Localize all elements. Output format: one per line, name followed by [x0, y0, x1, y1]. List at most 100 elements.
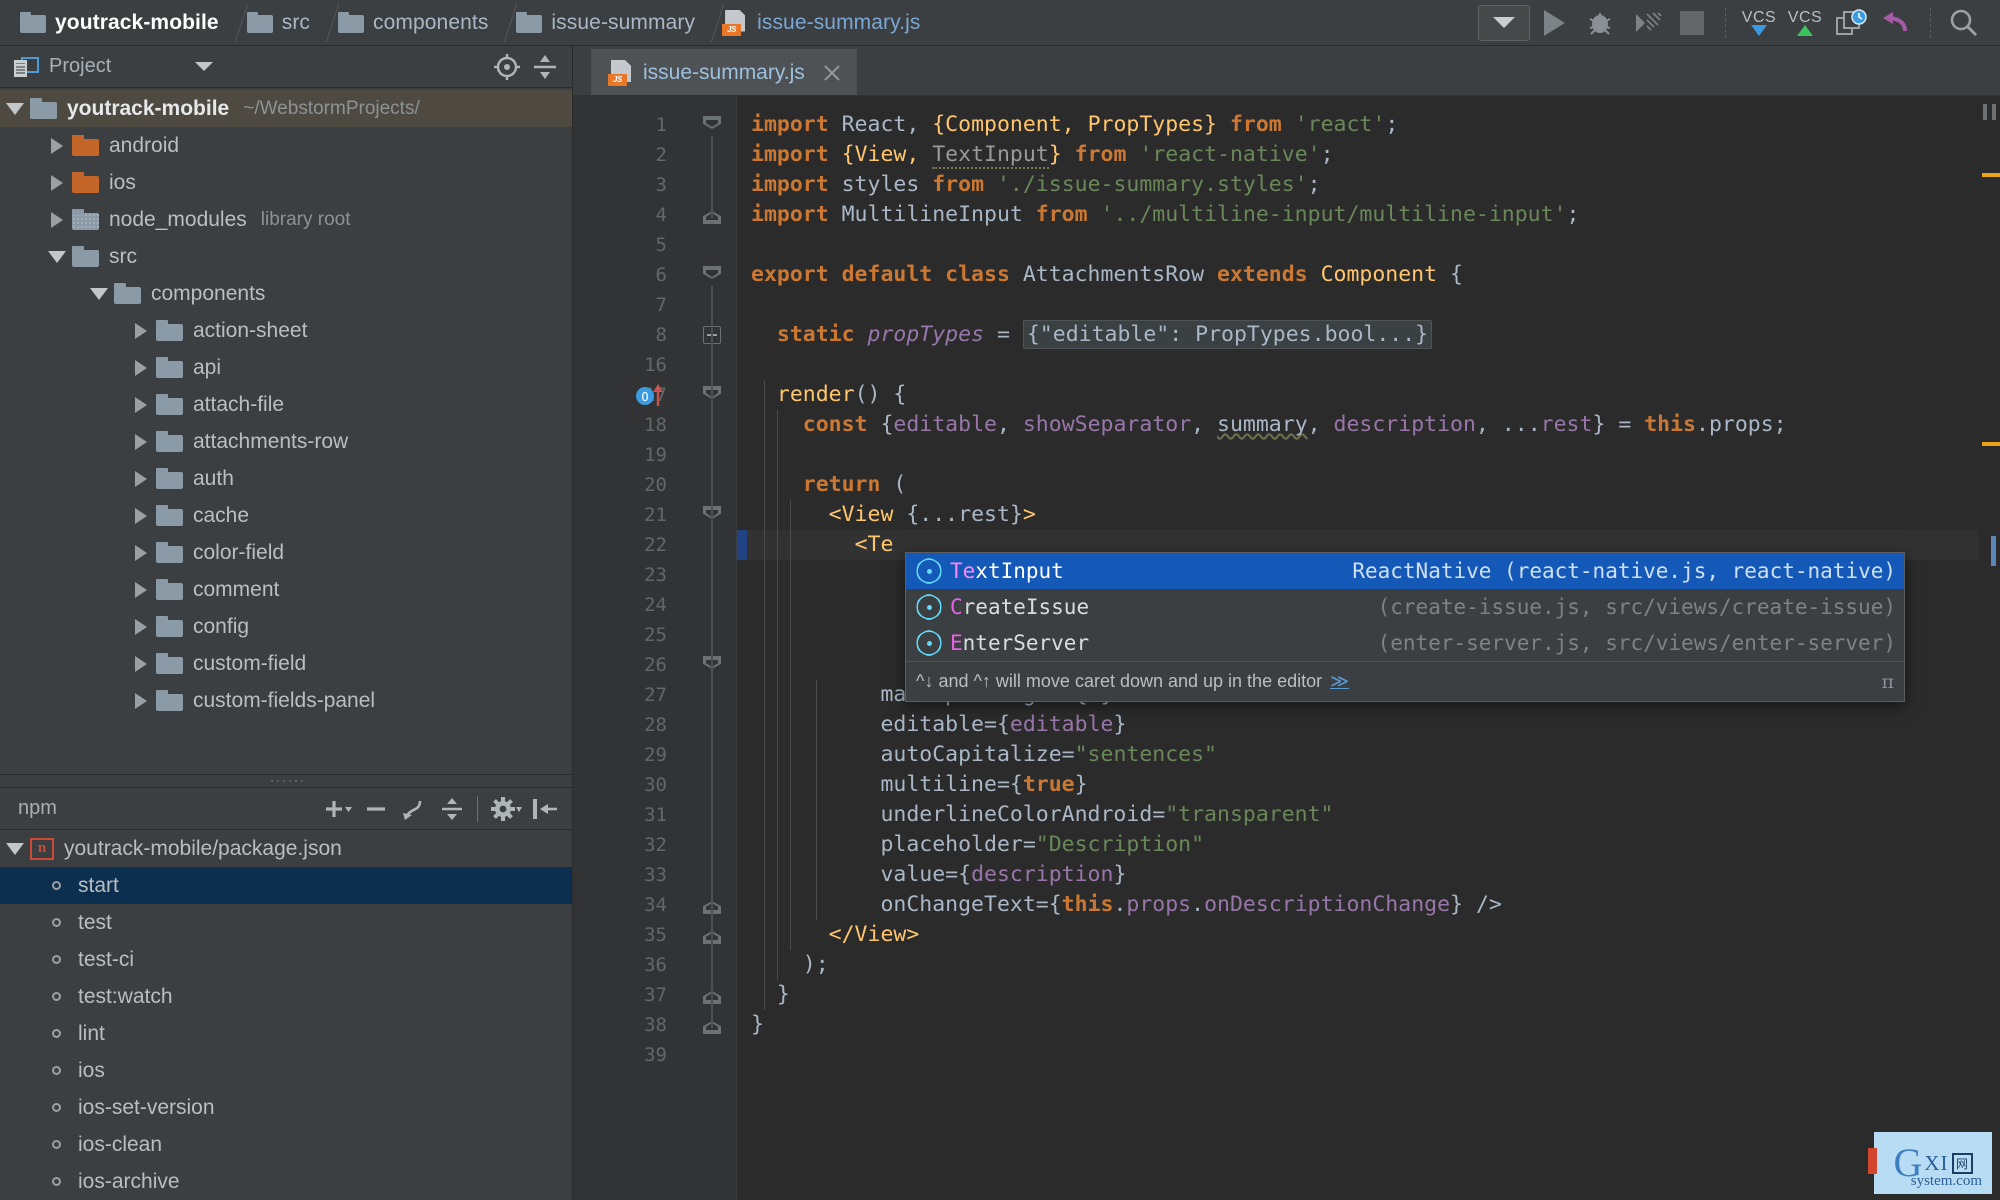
run-configuration-selector[interactable]	[1478, 4, 1530, 41]
stop-button[interactable]	[1670, 5, 1714, 41]
warning-marker[interactable]	[1982, 173, 2000, 177]
npm-item-ios[interactable]: ios	[0, 1052, 572, 1089]
coverage-button[interactable]	[1624, 5, 1668, 41]
panel-splitter[interactable]	[0, 774, 572, 788]
editor-scrollbar[interactable]	[1978, 96, 2000, 1200]
tree-item-comment[interactable]: comment	[0, 571, 572, 608]
code-folding-gutter[interactable]	[681, 96, 737, 1200]
override-method-marker[interactable]: O	[635, 384, 675, 408]
code-fold-marker[interactable]	[703, 116, 721, 134]
code-token: ,	[906, 142, 933, 167]
tree-item-components[interactable]: components	[0, 275, 572, 312]
tree-item-custom-field[interactable]: custom-field	[0, 645, 572, 682]
tree-item-src[interactable]: src	[0, 238, 572, 275]
expand-arrow-down-icon[interactable]	[0, 102, 30, 115]
selection-highlight	[737, 530, 747, 560]
code-fold-marker[interactable]	[703, 266, 721, 284]
close-icon[interactable]	[821, 62, 843, 84]
search-everywhere-button[interactable]	[1942, 5, 1986, 41]
local-history-button[interactable]	[1829, 5, 1873, 41]
tree-item-attach-file[interactable]: attach-file	[0, 386, 572, 423]
npm-item-ios-archive[interactable]: ios-archive	[0, 1163, 572, 1200]
autocomplete-item[interactable]: EnterServer (enter-server.js, src/views/e…	[906, 625, 1904, 661]
override-icon: O	[636, 384, 663, 406]
npm-item-youtrack-mobile-package-json[interactable]: n youtrack-mobile/package.json	[0, 830, 572, 867]
run-button[interactable]	[1532, 5, 1576, 41]
npm-item-test-watch[interactable]: test:watch	[0, 978, 572, 1015]
expand-arrow-right-icon[interactable]	[126, 322, 156, 339]
folder-icon	[156, 505, 183, 526]
npm-item-test[interactable]: test	[0, 904, 572, 941]
npm-scripts-tree[interactable]: n youtrack-mobile/package.json start test te…	[0, 830, 572, 1200]
tree-item-attachments-row[interactable]: attachments-row	[0, 423, 572, 460]
expand-collapse-button[interactable]	[435, 794, 469, 824]
tree-item-action-sheet[interactable]: action-sheet	[0, 312, 572, 349]
expand-arrow-down-icon[interactable]	[0, 842, 30, 855]
expand-arrow-right-icon[interactable]	[126, 396, 156, 413]
add-script-button[interactable]	[321, 794, 355, 824]
autocomplete-popup[interactable]: TextInput ReactNative (react-native.js, r…	[905, 552, 1905, 702]
expand-arrow-down-icon[interactable]	[42, 250, 72, 263]
breadcrumb-item-issue-summary[interactable]: issue-summary	[510, 0, 699, 46]
npm-item-ios-clean[interactable]: ios-clean	[0, 1126, 572, 1163]
expand-arrow-right-icon[interactable]	[42, 211, 72, 228]
debug-button[interactable]	[1578, 5, 1622, 41]
tree-item-color-field[interactable]: color-field	[0, 534, 572, 571]
code-token: }	[1074, 772, 1088, 797]
expand-arrow-right-icon[interactable]	[126, 470, 156, 487]
expand-arrow-right-icon[interactable]	[126, 655, 156, 672]
code-token: ,	[1191, 412, 1218, 437]
locate-file-button[interactable]	[490, 52, 524, 82]
project-view-selector[interactable]	[195, 62, 214, 71]
tree-item-ios[interactable]: ios	[0, 164, 572, 201]
expand-arrow-right-icon[interactable]	[42, 137, 72, 154]
npm-item-start[interactable]: start	[0, 867, 572, 904]
tree-item-youtrack-mobile[interactable]: youtrack-mobile ~/WebstormProjects/	[0, 90, 572, 127]
breadcrumb-item-issue-summary-js[interactable]: JS issue-summary.js	[717, 0, 924, 46]
autocomplete-item[interactable]: TextInput ReactNative (react-native.js, r…	[906, 553, 1904, 589]
tree-item-node-modules[interactable]: node_modules library root	[0, 201, 572, 238]
vcs-commit-button[interactable]: VCS	[1783, 5, 1827, 41]
editor-tab[interactable]: JS issue-summary.js	[591, 49, 857, 95]
collapse-all-button[interactable]	[528, 52, 562, 82]
tree-item-api[interactable]: api	[0, 349, 572, 386]
line-number: 22	[644, 534, 667, 556]
breadcrumb-item-components[interactable]: components	[332, 0, 492, 46]
npm-item-lint[interactable]: lint	[0, 1015, 572, 1052]
breadcrumb-item-src[interactable]: src	[241, 0, 314, 46]
npm-item-label: ios	[78, 1058, 105, 1082]
expand-arrow-right-icon[interactable]	[126, 581, 156, 598]
revert-button[interactable]	[1875, 5, 1919, 41]
reload-scripts-button[interactable]	[397, 794, 431, 824]
warning-marker[interactable]	[1982, 442, 2000, 446]
npm-item-ios-set-version[interactable]: ios-set-version	[0, 1089, 572, 1126]
expand-arrow-right-icon[interactable]	[126, 359, 156, 376]
folder-icon	[156, 394, 183, 415]
tree-item-config[interactable]: config	[0, 608, 572, 645]
autocomplete-item[interactable]: CreateIssue (create-issue.js, src/views/c…	[906, 589, 1904, 625]
breadcrumb-item-youtrack-mobile[interactable]: youtrack-mobile	[14, 0, 223, 46]
expand-arrow-right-icon[interactable]	[126, 433, 156, 450]
npm-settings-button[interactable]	[490, 794, 524, 824]
project-tree[interactable]: youtrack-mobile ~/WebstormProjects/androi…	[0, 88, 572, 774]
remove-script-button[interactable]	[359, 794, 393, 824]
expand-arrow-right-icon[interactable]	[126, 618, 156, 635]
expand-arrow-down-icon[interactable]	[84, 287, 114, 300]
code-token: rest	[1540, 412, 1593, 437]
expand-arrow-right-icon[interactable]	[126, 507, 156, 524]
npm-item-test-ci[interactable]: test-ci	[0, 941, 572, 978]
hide-panel-button[interactable]	[528, 794, 562, 824]
autocomplete-hint-link[interactable]: ≫	[1330, 671, 1349, 692]
code-editor[interactable]: 1 2 3 4 5 6 7 8 16 17 18 19 20 21 22 23 24 25 26 27 28 29 30 31…	[573, 96, 2000, 1200]
tree-item-auth[interactable]: auth	[0, 460, 572, 497]
expand-arrow-right-icon[interactable]	[42, 174, 72, 191]
expand-arrow-right-icon[interactable]	[126, 692, 156, 709]
expand-arrow-right-icon[interactable]	[126, 544, 156, 561]
code-token: }	[1048, 142, 1062, 167]
tree-item-android[interactable]: android	[0, 127, 572, 164]
code-token: description	[1333, 412, 1476, 437]
vcs-update-button[interactable]: VCS	[1737, 5, 1781, 41]
tree-item-custom-fields-panel[interactable]: custom-fields-panel	[0, 682, 572, 719]
tree-item-cache[interactable]: cache	[0, 497, 572, 534]
code-content[interactable]: import React, {Component, PropTypes} fro…	[737, 96, 2000, 1200]
